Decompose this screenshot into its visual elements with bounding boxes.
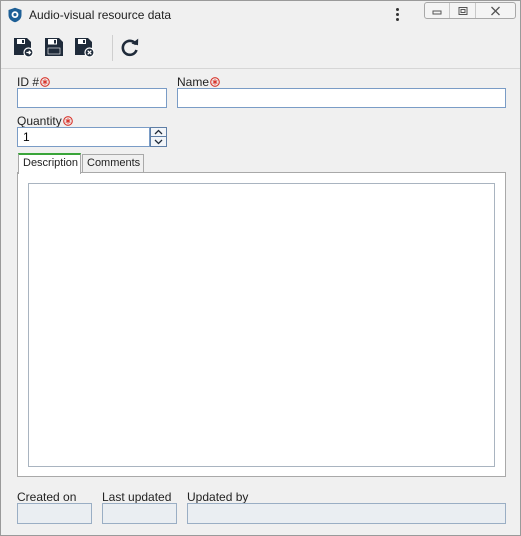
id-label: ID #: [17, 75, 50, 89]
created-on-field: [17, 503, 92, 524]
chevron-up-icon: [154, 129, 163, 135]
form-content: ID # Name Quantity Description Comments …: [1, 70, 520, 535]
required-asterisk-icon: [62, 115, 73, 126]
close-icon: [490, 6, 500, 15]
updated-by-label: Updated by: [187, 490, 249, 504]
save-and-new-button[interactable]: [11, 35, 35, 59]
kebab-menu-icon[interactable]: [393, 6, 401, 24]
tab-description[interactable]: Description: [18, 153, 81, 174]
toolbar-separator: [112, 35, 113, 61]
quantity-field[interactable]: [17, 127, 150, 147]
quantity-stepper: [150, 127, 167, 147]
restore-icon: [458, 6, 468, 15]
id-field[interactable]: [17, 88, 167, 108]
last-updated-label: Last updated: [102, 490, 172, 504]
resource-data-window: Audio-visual resource data ID # Name Qua…: [0, 0, 521, 536]
required-asterisk-icon: [210, 76, 220, 87]
created-on-label: Created on: [17, 490, 77, 504]
minimize-button[interactable]: [425, 3, 451, 18]
description-panel: [17, 172, 506, 477]
refresh-button[interactable]: [118, 35, 142, 59]
quantity-label: Quantity: [17, 114, 73, 128]
restore-button[interactable]: [450, 3, 476, 18]
save-close-icon: [75, 38, 95, 58]
increment-button[interactable]: [150, 127, 167, 137]
save-and-close-button[interactable]: [72, 35, 96, 59]
refresh-icon: [121, 38, 139, 57]
decrement-button[interactable]: [150, 137, 167, 147]
window-controls: [424, 2, 516, 19]
save-button[interactable]: [42, 35, 66, 59]
name-label: Name: [177, 75, 220, 89]
last-updated-field: [102, 503, 177, 524]
required-asterisk-icon: [40, 76, 50, 87]
toolbar: [1, 29, 520, 69]
title-bar[interactable]: Audio-visual resource data: [1, 1, 520, 29]
app-shield-icon: [7, 7, 23, 23]
save-icon: [45, 38, 63, 56]
updated-by-field: [187, 503, 506, 524]
tab-comments[interactable]: Comments: [82, 154, 144, 173]
description-textarea[interactable]: [28, 183, 495, 467]
chevron-down-icon: [154, 139, 163, 144]
minimize-icon: [432, 10, 442, 14]
close-button[interactable]: [476, 3, 515, 18]
name-field[interactable]: [177, 88, 506, 108]
save-new-icon: [14, 38, 34, 58]
window-title: Audio-visual resource data: [29, 8, 172, 22]
